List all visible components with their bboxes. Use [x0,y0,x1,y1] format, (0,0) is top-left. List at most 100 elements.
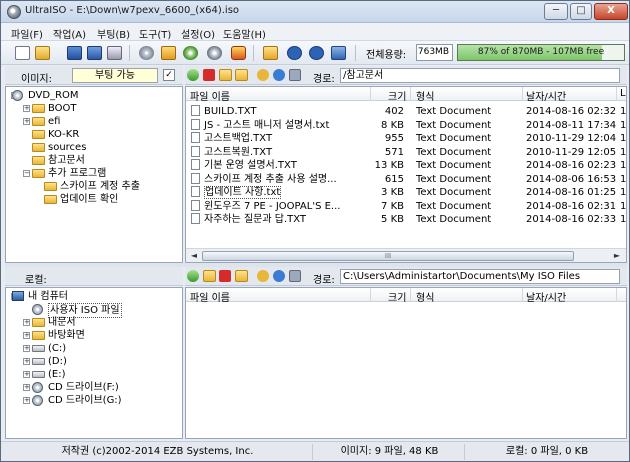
menu-tools[interactable]: 도구(T) [139,26,171,41]
local-tree-item[interactable]: + CD 드라이브(G:) [6,394,182,407]
local-gear-icon[interactable] [273,270,285,282]
iso-file-row[interactable]: 윈도우즈 7 PE - JOOPAL'S E... 7 KB Text Docume… [186,199,627,213]
local-delete-icon[interactable] [219,270,231,282]
new-icon[interactable] [15,46,30,60]
new-folder-icon[interactable] [219,69,232,81]
iso-tree-item[interactable]: −DVD_ROM [6,89,182,102]
iso-file-row[interactable]: 자주하는 질문과 답.TXT 5 KB Text Document 2014-08-1… [186,213,626,226]
local-tree-item[interactable]: −내 컴퓨터 [6,290,182,303]
menu-file[interactable]: 파일(F) [11,26,43,41]
delete-icon[interactable] [203,69,215,81]
local-tree-item[interactable]: + 바탕화면 [6,329,182,342]
iso-file-row[interactable]: 업데이트 사항.txt 3 KB Text Document 2014-08-16 0… [186,186,626,199]
monitor-icon[interactable] [161,46,176,60]
menu-boot[interactable]: 부팅(B) [97,26,130,41]
local-col-size[interactable]: 크기 [388,289,406,304]
minimize-button[interactable]: ─ [544,3,568,20]
iso-file-row[interactable]: 고스트복원.TXT 571 Text Document 2010-11-29 12:0… [186,145,626,159]
tree-expander-icon[interactable]: + [23,358,30,365]
boot-field[interactable]: 부팅 가능 [72,68,158,83]
iso-tree-item[interactable]: + efi [6,115,182,128]
burn-icon[interactable] [231,46,246,60]
scroll-right-arrow[interactable]: ► [610,250,624,262]
iso-file-row[interactable]: 고스트백업.TXT 955 Text Document 2010-11-29 12:0… [186,132,626,145]
col-type[interactable]: 형식 [416,88,434,103]
local-tree-item[interactable]: + (E:) [6,368,182,381]
menu-action[interactable]: 작업(A) [53,26,86,41]
col-date[interactable]: 날자/시간 [526,88,566,103]
text-document-icon [191,172,200,184]
local-up-arrow-icon[interactable] [187,270,199,282]
open-icon[interactable] [35,46,50,60]
save-as-icon[interactable] [87,46,102,60]
col-name[interactable]: 파일 이름 [190,88,230,103]
iso-tree-item[interactable]: sources [6,141,182,154]
local-col-date[interactable]: 날자/시간 [526,289,566,304]
local-view-icon[interactable] [289,270,301,282]
iso-tree-item[interactable]: 참고문서 [6,154,182,167]
properties-icon[interactable] [107,46,122,60]
register-icon[interactable] [331,46,346,60]
tree-expander-icon[interactable]: + [23,332,30,339]
iso-file-row[interactable]: 스카이프 계정 추출 사용 설명... 615 Text Document 2014-… [186,172,627,186]
iso-hscrollbar[interactable]: ◄ III ► [186,248,626,262]
info-icon[interactable] [287,46,302,60]
folder-icon [32,156,45,165]
close-button[interactable]: X [594,3,628,20]
image-path-field[interactable]: /참고문서 [340,68,620,83]
cd-extract-icon[interactable] [139,46,154,60]
local-new-folder-icon[interactable] [203,270,216,282]
image-path-label: 경로: [313,74,335,85]
iso-tree-item[interactable]: − 추가 프로그램 [6,167,182,180]
local-rename-icon[interactable] [235,270,248,282]
menu-help[interactable]: 도움말(H) [223,26,266,41]
col-extra[interactable]: L [620,88,626,99]
file-extra: 13 [620,173,627,185]
settings-gear-icon[interactable] [273,69,285,81]
up-arrow-icon[interactable] [187,69,199,81]
tree-expander-icon[interactable]: − [23,170,30,177]
tree-expander-icon[interactable]: + [23,371,30,378]
tree-expander-icon[interactable]: + [23,345,30,352]
local-col-type[interactable]: 형식 [416,289,434,304]
iso-file-row[interactable]: 기본 운영 설명서.TXT 13 KB Text Document 2014-08-1… [186,159,626,172]
iso-file-row[interactable]: JS - 고스트 매니저 설명서.txt 8 KB Text Document 201… [186,118,626,132]
compress-icon[interactable] [183,46,198,60]
mount-icon[interactable] [207,46,222,60]
file-type: Text Document [416,214,492,225]
tree-expander-icon[interactable]: + [23,118,30,125]
file-size: 3 KB [381,187,404,198]
help-icon[interactable] [309,46,324,60]
iso-tree-item[interactable]: 스카이프 계정 추출 [6,180,182,193]
rename-icon[interactable] [235,69,248,81]
file-extra: 13 [620,200,627,212]
tree-expander-icon[interactable]: + [23,397,30,404]
menu-settings[interactable]: 설정(O) [181,26,215,41]
save-icon[interactable] [67,46,82,60]
boot-checkbox[interactable]: ✓ [163,69,175,81]
view-icon[interactable] [289,69,301,81]
col-size[interactable]: 크기 [388,88,406,103]
iso-tree-item[interactable]: KO-KR [6,128,182,141]
local-tree-item[interactable]: 사용자 ISO 파일 [6,303,182,318]
tree-item-label: efi [48,116,61,127]
iso-tree-item[interactable]: 업데이트 확인 [6,193,182,206]
scroll-left-arrow[interactable]: ◄ [187,250,201,262]
iso-file-row[interactable]: BUILD.TXT 402 Text Document 2014-08-16 02:3… [186,105,626,118]
tree-expander-icon[interactable]: + [23,105,30,112]
maximize-button[interactable]: □ [570,3,592,20]
local-path-field[interactable]: C:\Users\Administartor\Documents\My ISO … [340,269,620,284]
boot-info-icon[interactable] [257,69,269,81]
local-tree-item[interactable]: + (D:) [6,355,182,368]
local-tree-item[interactable]: + (C:) [6,342,182,355]
local-tree-item[interactable]: + 내문서 [6,316,182,329]
local-boot-icon[interactable] [257,270,269,282]
exit-icon[interactable] [263,46,278,60]
local-col-name[interactable]: 파일 이름 [190,289,230,304]
file-name: 고스트백업.TXT [204,133,273,144]
scroll-thumb[interactable]: III [202,251,574,261]
local-tree-item[interactable]: + CD 드라이브(F:) [6,381,182,394]
tree-expander-icon[interactable]: + [23,384,30,391]
iso-tree-item[interactable]: + BOOT [6,102,182,115]
tree-expander-icon[interactable]: + [23,319,30,326]
